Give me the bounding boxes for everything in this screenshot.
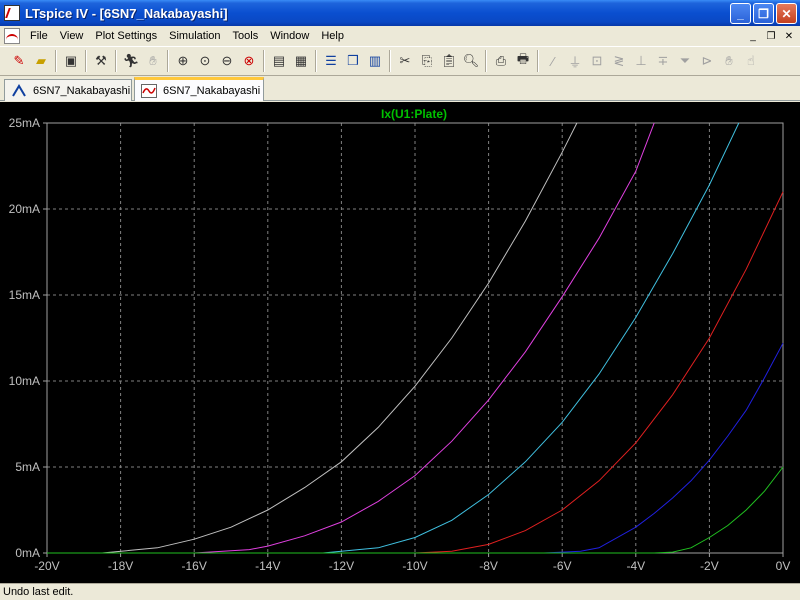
paste-icon[interactable]: 📋︎	[438, 50, 460, 72]
run-icon[interactable]: 🏃︎	[120, 50, 142, 72]
x-tick-label: -14V	[255, 559, 280, 573]
waveform-icon	[141, 83, 157, 98]
waveform-plot[interactable]: Ix(U1:Plate) -20V -18V -16V -14V -12V -10V -8V…	[0, 102, 800, 583]
x-tick-label: -16V	[182, 559, 207, 573]
x-tick-label: -20V	[34, 559, 59, 573]
trace-line-3[interactable]	[47, 122, 740, 554]
zoom-in-icon[interactable]: ⊕	[172, 50, 194, 72]
save-icon[interactable]: ▣	[60, 50, 82, 72]
x-tick-label: -12V	[329, 559, 354, 573]
tab-schematic-label: 6SN7_Nakabayashi	[33, 84, 131, 97]
print-preview-icon[interactable]: ⎙	[490, 50, 512, 72]
menu-plot-settings[interactable]: Plot Settings	[89, 30, 163, 42]
menu-tools[interactable]: Tools	[227, 30, 265, 42]
y-tick-label: 10mA	[9, 374, 40, 388]
window-title: LTspice IV - [6SN7_Nakabayashi]	[25, 5, 228, 21]
diode-icon[interactable]: ⏷	[674, 50, 696, 72]
waveform-doc-icon[interactable]	[4, 28, 20, 44]
app-window: LTspice IV - [6SN7_Nakabayashi] _ ❐ ✕ Fi…	[0, 0, 800, 600]
trace-line-2[interactable]	[47, 122, 655, 554]
zoom-out-icon[interactable]: ⊖	[216, 50, 238, 72]
zoom-cancel-icon[interactable]: ⊗	[238, 50, 260, 72]
document-tabs: 6SN7_Nakabayashi 6SN7_Nakabayashi	[0, 77, 800, 101]
zoom-area-icon[interactable]: ⊙	[194, 50, 216, 72]
axes: -20V -18V -16V -14V -12V -10V -8V -6V -4V -2V 0V 0m…	[9, 116, 791, 573]
x-tick-label: -2V	[700, 559, 719, 573]
maximize-button[interactable]: ❐	[753, 3, 774, 24]
x-tick-label: 0V	[776, 559, 791, 573]
resistor-icon[interactable]: ≷	[608, 50, 630, 72]
x-tick-label: -10V	[402, 559, 427, 573]
y-tick-label: 20mA	[9, 202, 40, 216]
y-tick-label: 5mA	[15, 460, 40, 474]
zoom-fit-icon[interactable]: ▦	[290, 50, 312, 72]
tile-horizontal-icon[interactable]: ☰	[320, 50, 342, 72]
plot-border	[46, 122, 784, 554]
title-bar[interactable]: LTspice IV - [6SN7_Nakabayashi] _ ❐ ✕	[0, 0, 800, 26]
component-icon[interactable]: ⊳	[696, 50, 718, 72]
status-bar: Undo last edit.	[0, 583, 800, 600]
open-schematic-icon[interactable]: ✎	[8, 50, 30, 72]
tab-schematic[interactable]: 6SN7_Nakabayashi	[4, 79, 132, 101]
menu-window[interactable]: Window	[264, 30, 315, 42]
menu-help[interactable]: Help	[315, 30, 350, 42]
x-tick-label: -8V	[479, 559, 498, 573]
label-net-icon[interactable]: ⊡	[586, 50, 608, 72]
find-icon[interactable]: 🔍︎	[460, 50, 482, 72]
status-text: Undo last edit.	[3, 586, 74, 598]
drag-hand-icon[interactable]: ☝︎	[740, 50, 762, 72]
capacitor-icon[interactable]: ⊥	[630, 50, 652, 72]
draw-wire-icon[interactable]: ∕	[542, 50, 564, 72]
menu-bar: File View Plot Settings Simulation Tools…	[0, 26, 800, 46]
trace-label[interactable]: Ix(U1:Plate)	[381, 107, 447, 121]
plot-canvas[interactable]: Ix(U1:Plate) -20V -18V -16V -14V -12V -10V -8V…	[0, 102, 800, 583]
tab-waveform[interactable]: 6SN7_Nakabayashi	[134, 77, 264, 101]
grid	[47, 123, 783, 553]
cascade-icon[interactable]: ❒	[342, 50, 364, 72]
control-panel-icon[interactable]: ⚒	[90, 50, 112, 72]
menu-view[interactable]: View	[54, 30, 90, 42]
menu-simulation[interactable]: Simulation	[163, 30, 226, 42]
tile-vertical-icon[interactable]: ▥	[364, 50, 386, 72]
x-tick-label: -4V	[626, 559, 645, 573]
menu-file[interactable]: File	[24, 30, 54, 42]
print-icon[interactable]: 🖶︎	[512, 50, 534, 72]
close-button[interactable]: ✕	[776, 3, 797, 24]
pan-hand-icon[interactable]: ✋︎	[142, 50, 164, 72]
y-tick-label: 0mA	[15, 546, 40, 560]
minimize-button[interactable]: _	[730, 3, 751, 24]
schematic-icon	[11, 83, 27, 98]
y-tick-label: 15mA	[9, 288, 40, 302]
tab-waveform-label: 6SN7_Nakabayashi	[163, 84, 261, 97]
move-hand-icon[interactable]: ✋︎	[718, 50, 740, 72]
y-tick-label: 25mA	[9, 116, 40, 130]
mdi-minimize-button[interactable]: _	[746, 29, 760, 43]
trace-line-1[interactable]	[47, 122, 578, 554]
x-tick-label: -18V	[108, 559, 133, 573]
ground-icon[interactable]: ⏚	[564, 50, 586, 72]
open-folder-icon[interactable]: ▰	[30, 50, 52, 72]
traces[interactable]	[47, 122, 784, 554]
mdi-restore-button[interactable]: ❐	[764, 29, 778, 43]
toolbar: ✎ ▰ ▣ ⚒ 🏃︎ ✋︎ ⊕ ⊙ ⊖ ⊗ ▤ ▦ ☰ ❒ ▥ ✂ ⎘ 📋︎ 🔍…	[0, 46, 800, 76]
ltspice-app-icon[interactable]	[4, 5, 20, 21]
cut-icon[interactable]: ✂	[394, 50, 416, 72]
copy-icon[interactable]: ⎘	[416, 50, 438, 72]
autorange-icon[interactable]: ▤	[268, 50, 290, 72]
inductor-icon[interactable]: ∓	[652, 50, 674, 72]
mdi-close-button[interactable]: ✕	[782, 29, 796, 43]
x-tick-label: -6V	[553, 559, 572, 573]
